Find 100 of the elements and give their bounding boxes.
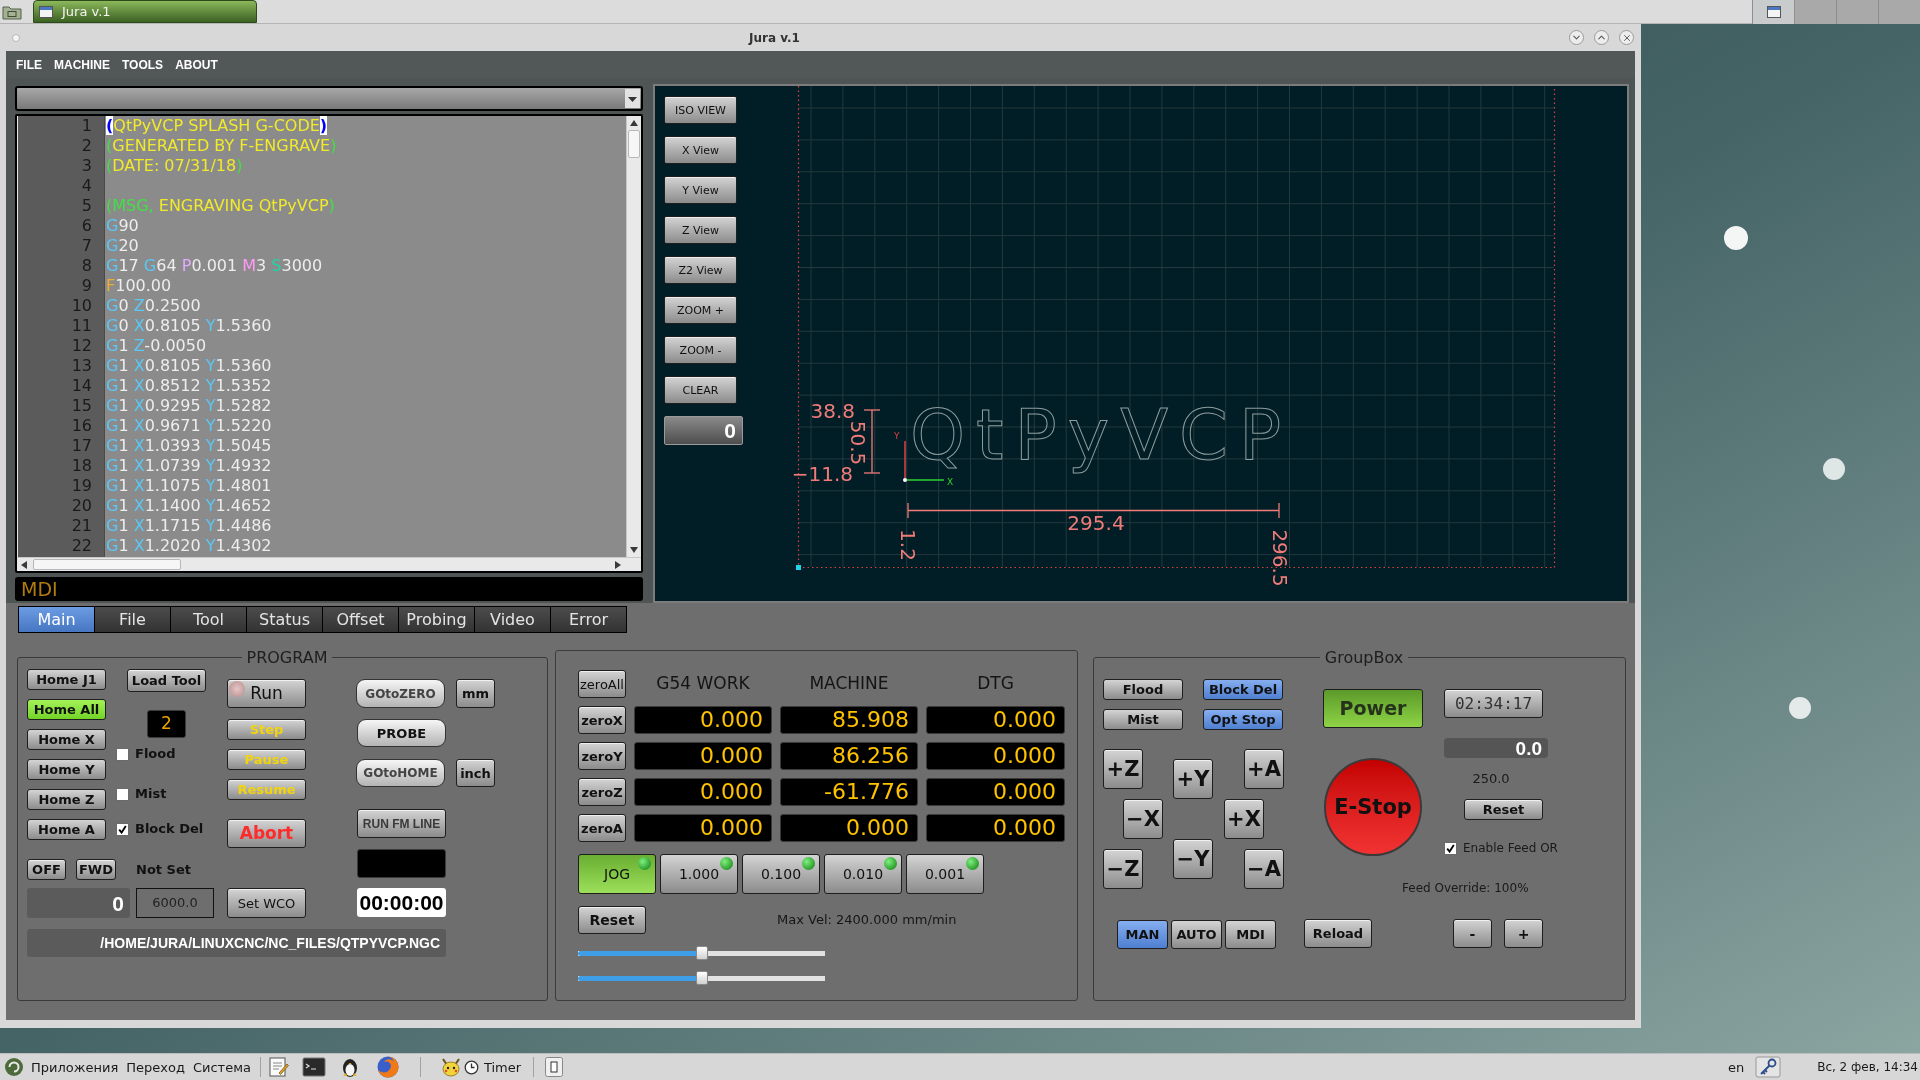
mdi-field[interactable]: MDI (15, 577, 643, 601)
home-button[interactable]: Home Z (27, 789, 106, 810)
workspace-button[interactable] (1752, 0, 1794, 24)
vertical-scrollbar[interactable] (626, 116, 641, 557)
scrollbar-handle[interactable] (628, 130, 640, 158)
checkbox[interactable] (116, 787, 129, 801)
minimize-button[interactable] (1569, 30, 1584, 45)
probe-button[interactable]: PROBE (357, 719, 446, 747)
view-button[interactable]: ISO VIEW (664, 96, 737, 124)
view-button[interactable]: CLEAR (664, 376, 737, 404)
toggle-button[interactable]: Block Del (1203, 679, 1283, 700)
jog-axis-button[interactable]: +Y (1173, 759, 1213, 799)
maximize-button[interactable] (1594, 30, 1609, 45)
run-from-line-button[interactable]: RUN FM LINE (357, 809, 446, 838)
checkbox[interactable] (1444, 841, 1457, 855)
view-button[interactable]: X View (664, 136, 737, 164)
jog-axis-button[interactable]: +A (1244, 749, 1284, 789)
panel-menu[interactable]: Приложения (31, 1056, 119, 1078)
timer-applet-button[interactable]: Timer (439, 1055, 522, 1079)
menu-item[interactable]: TOOLS (122, 54, 164, 75)
scroll-left-icon[interactable] (21, 560, 27, 569)
feed-override-button[interactable]: - (1453, 919, 1492, 948)
terminal-icon[interactable] (301, 1056, 326, 1078)
jog-axis-button[interactable]: −A (1244, 849, 1284, 889)
zero-all-button[interactable]: zeroAll (578, 670, 626, 698)
program-control-button[interactable]: Run (227, 679, 306, 708)
jog-step-button[interactable]: 1.000 (660, 854, 738, 894)
home-button[interactable]: Home X (27, 729, 106, 750)
tab[interactable]: File (95, 607, 170, 632)
slider-handle[interactable] (695, 971, 708, 985)
reset-button[interactable]: Reset (578, 906, 646, 934)
tab[interactable]: Offset (323, 607, 398, 632)
reset-button[interactable]: Reset (1464, 799, 1543, 820)
folder-icon[interactable] (2, 4, 22, 20)
jog-axis-button[interactable]: −Z (1103, 849, 1143, 889)
estop-button[interactable]: E-Stop (1324, 758, 1422, 856)
key-icon[interactable] (1755, 1056, 1782, 1078)
checkbox[interactable] (116, 822, 129, 836)
mode-button[interactable]: MAN (1117, 920, 1168, 949)
tab[interactable]: Main (19, 607, 94, 632)
scroll-down-icon[interactable] (630, 547, 638, 553)
tab[interactable]: Status (247, 607, 322, 632)
tab[interactable]: Error (551, 607, 626, 632)
tab[interactable]: Probing (399, 607, 474, 632)
slider-handle[interactable] (695, 946, 708, 960)
horizontal-scrollbar[interactable] (17, 557, 641, 571)
unit-button[interactable]: mm (456, 679, 495, 708)
browser-icon[interactable] (375, 1055, 400, 1079)
home-button[interactable]: Home All (27, 699, 106, 720)
tab[interactable]: Tool (171, 607, 246, 632)
menu-item[interactable]: FILE (16, 54, 42, 75)
toggle-button[interactable]: Flood (1103, 679, 1183, 700)
spindle-button[interactable]: OFF (27, 859, 66, 880)
scroll-right-icon[interactable] (615, 560, 621, 569)
program-select[interactable] (15, 86, 643, 111)
view-button[interactable]: ZOOM - (664, 336, 737, 364)
toggle-button[interactable]: Opt Stop (1203, 709, 1283, 730)
code-editor[interactable] (15, 114, 643, 573)
view-button[interactable]: ZOOM + (664, 296, 737, 324)
goto-zero-button[interactable]: GOtoZERO (356, 679, 445, 708)
scrollbar-handle[interactable] (33, 559, 181, 570)
menu-logo-icon[interactable] (4, 1057, 24, 1077)
menu-item[interactable]: ABOUT (175, 54, 218, 75)
mode-button[interactable]: AUTO (1171, 920, 1222, 949)
goto-home-button[interactable]: GOtoHOME (356, 759, 445, 787)
feed-override-button[interactable]: + (1504, 919, 1543, 948)
taskbar-window-button[interactable]: Jura v.1 (33, 0, 257, 23)
checkbox[interactable] (116, 747, 129, 761)
jog-step-button[interactable]: JOG (578, 854, 656, 894)
home-button[interactable]: Home J1 (27, 669, 106, 690)
menu-item[interactable]: MACHINE (54, 54, 110, 75)
view-button[interactable]: Y View (664, 176, 737, 204)
zero-axis-button[interactable]: zeroZ (578, 778, 626, 806)
close-button[interactable] (1619, 30, 1634, 45)
line-number-field[interactable] (357, 849, 446, 878)
toggle-button[interactable]: Mist (1103, 709, 1183, 730)
spindle-button[interactable]: FWD (76, 859, 116, 880)
zero-axis-button[interactable]: zeroX (578, 706, 626, 734)
scroll-up-icon[interactable] (630, 120, 638, 126)
reload-button[interactable]: Reload (1304, 919, 1372, 948)
jog-axis-button[interactable]: −X (1123, 799, 1163, 839)
load-tool-button[interactable]: Load Tool (127, 669, 206, 692)
panel-menu[interactable]: Система (192, 1056, 251, 1078)
panel-menu[interactable]: Переход (126, 1056, 185, 1078)
view-button[interactable]: Z View (664, 216, 737, 244)
home-button[interactable]: Home Y (27, 759, 106, 780)
jog-axis-button[interactable]: +X (1224, 799, 1264, 839)
unit-button[interactable]: inch (456, 759, 495, 787)
jog-step-button[interactable]: 0.001 (906, 854, 984, 894)
power-button[interactable]: Power (1323, 689, 1423, 728)
jog-axis-button[interactable]: −Y (1173, 839, 1213, 879)
tab[interactable]: Video (475, 607, 550, 632)
zero-axis-button[interactable]: zeroA (578, 814, 626, 842)
view-button[interactable]: Z2 View (664, 256, 737, 284)
home-button[interactable]: Home A (27, 819, 106, 840)
jog-step-button[interactable]: 0.010 (824, 854, 902, 894)
set-wco-button[interactable]: Set WCO (227, 888, 306, 918)
zero-axis-button[interactable]: zeroY (578, 742, 626, 770)
window-icon[interactable] (545, 1057, 564, 1077)
keyboard-layout-indicator[interactable]: en (1727, 1060, 1745, 1074)
